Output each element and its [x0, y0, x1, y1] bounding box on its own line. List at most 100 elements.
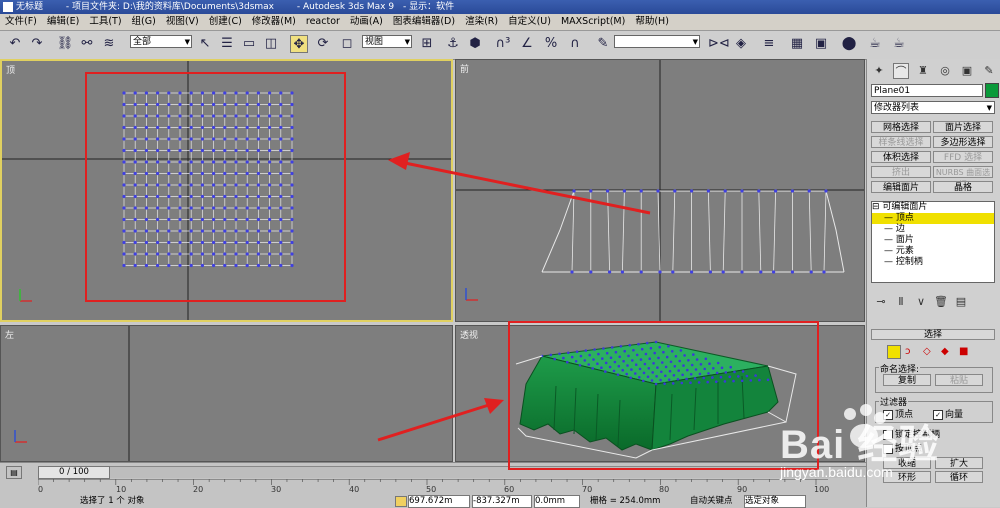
menu-create[interactable]: 创建(C)	[204, 14, 247, 30]
stack-item-handle[interactable]: — 控制柄	[872, 257, 994, 268]
angle-snap-icon[interactable]: ∠	[518, 35, 536, 53]
mirror-icon[interactable]: ⊳⊲	[708, 35, 730, 53]
vertex-mode-icon[interactable]	[887, 345, 901, 359]
edge-mode-icon[interactable]: ◇	[923, 346, 937, 360]
vertex-point	[234, 194, 238, 199]
reference-coordinate-dropdown[interactable]: 视图 ▼	[362, 35, 412, 48]
select-rotate-icon[interactable]: ⟳	[314, 35, 332, 53]
mesh-select-button[interactable]: 网格选择	[871, 121, 931, 133]
ffd-select-button[interactable]: FFD 选择	[933, 151, 993, 163]
time-slider-track[interactable]	[110, 466, 866, 478]
show-end-result-icon[interactable]: Ⅱ	[891, 295, 911, 308]
menu-group[interactable]: 组(G)	[127, 14, 161, 30]
selection-rollout-header[interactable]: 选择	[871, 329, 995, 340]
modifier-stack[interactable]: ⊟ 可编辑面片 — 顶点 — 边 — 面片 — 元素 — 控制柄	[871, 201, 995, 283]
mini-curve-editor-icon[interactable]: ▤	[6, 466, 22, 479]
bind-spacewarp-icon[interactable]: ≋	[100, 35, 118, 53]
stack-item-vertex[interactable]: — 顶点	[872, 213, 994, 224]
select-link-icon[interactable]: ⛓	[56, 35, 74, 53]
handle-mode-icon[interactable]: ↄ	[905, 346, 919, 360]
vol-select-button[interactable]: 体积选择	[871, 151, 931, 163]
utilities-tab-icon[interactable]: ✎	[981, 63, 997, 79]
element-mode-icon[interactable]: ■	[959, 346, 973, 360]
y-coordinate-field[interactable]: -837.327m	[472, 495, 532, 508]
patch-mode-icon[interactable]: ◆	[941, 346, 955, 360]
menu-file[interactable]: 文件(F)	[0, 14, 42, 30]
nurbs-surface-select-button[interactable]: NURBS 曲面选择	[933, 166, 993, 189]
modifier-list-dropdown[interactable]: 修改器列表 ▼	[871, 101, 995, 114]
rectangular-selection-icon[interactable]: ▭	[240, 35, 258, 53]
curve-editor-icon[interactable]: ▦	[788, 35, 806, 53]
menu-graph-editors[interactable]: 图表编辑器(D)	[388, 14, 460, 30]
x-coordinate-field[interactable]: 697.672m	[408, 495, 470, 508]
align-icon[interactable]: ◈	[732, 35, 750, 53]
viewport-top[interactable]: 顶	[0, 59, 453, 322]
make-unique-icon[interactable]: ∨	[911, 295, 931, 308]
select-object-icon[interactable]: ↖	[196, 35, 214, 53]
menu-modifiers[interactable]: 修改器(M)	[247, 14, 301, 30]
keyboard-shortcut-icon[interactable]: ⬢	[466, 35, 484, 53]
menu-reactor[interactable]: reactor	[301, 14, 345, 30]
auto-key-button[interactable]: 自动关键点	[690, 494, 733, 508]
menu-tools[interactable]: 工具(T)	[84, 14, 126, 30]
selection-filter-dropdown[interactable]: 全部 ▼	[130, 35, 192, 48]
render-scene-icon[interactable]: ☕	[866, 35, 884, 53]
collapse-icon[interactable]: ⊟	[872, 202, 880, 212]
viewport-left[interactable]: 左	[0, 325, 453, 462]
stack-item-element[interactable]: — 元素	[872, 246, 994, 257]
z-coordinate-field[interactable]: 0.0mm	[534, 495, 580, 508]
poly-select-button[interactable]: 多边形选择	[933, 136, 993, 148]
stack-item-patch[interactable]: — 面片	[872, 235, 994, 246]
named-selection-dropdown[interactable]: ▼	[614, 35, 700, 48]
redo-icon[interactable]: ↷	[28, 35, 46, 53]
select-by-name-icon[interactable]: ☰	[218, 35, 236, 53]
menu-rendering[interactable]: 渲染(R)	[460, 14, 503, 30]
menu-help[interactable]: 帮助(H)	[630, 14, 674, 30]
stack-root-item[interactable]: ⊟ 可编辑面片	[872, 202, 994, 213]
display-tab-icon[interactable]: ▣	[959, 63, 975, 79]
undo-icon[interactable]: ↶	[6, 35, 24, 53]
window-crossing-icon[interactable]: ◫	[262, 35, 280, 53]
lattice-button[interactable]: 晶格	[933, 181, 993, 193]
pin-stack-icon[interactable]: ⊸	[871, 295, 891, 308]
motion-tab-icon[interactable]: ◎	[937, 63, 953, 79]
vertex-point	[609, 356, 613, 359]
spinner-snap-icon[interactable]: ∩	[566, 35, 584, 53]
menu-edit[interactable]: 编辑(E)	[42, 14, 84, 30]
percent-snap-icon[interactable]: %	[542, 35, 560, 53]
hierarchy-tab-icon[interactable]: ♜	[915, 63, 931, 79]
spline-select-button[interactable]: 样条线选择	[871, 136, 931, 148]
edit-patch-button[interactable]: 编辑面片	[871, 181, 931, 193]
time-slider[interactable]: 0 / 100	[38, 466, 110, 479]
remove-modifier-icon[interactable]: 🗑	[931, 295, 951, 308]
schematic-view-icon[interactable]: ▣	[812, 35, 830, 53]
edit-named-selection-icon[interactable]: ✎	[594, 35, 612, 53]
object-color-swatch[interactable]	[985, 83, 999, 98]
select-move-icon[interactable]: ✥	[290, 35, 308, 53]
configure-modifier-sets-icon[interactable]: ▤	[951, 295, 971, 308]
copy-button[interactable]: 复制	[883, 374, 931, 386]
paste-button[interactable]: 粘贴	[935, 374, 983, 386]
menu-customize[interactable]: 自定义(U)	[503, 14, 556, 30]
create-tab-icon[interactable]: ✦	[871, 63, 887, 79]
layer-manager-icon[interactable]: ≡	[760, 35, 778, 53]
material-editor-icon[interactable]: ⬤	[840, 35, 858, 53]
patch-select-button[interactable]: 面片选择	[933, 121, 993, 133]
menu-maxscript[interactable]: MAXScript(M)	[556, 14, 630, 30]
track-bar[interactable]: 0 10 20 30 40 50 60 70 80 90 100	[38, 479, 829, 494]
snaps-toggle-icon[interactable]: ∩³	[494, 35, 512, 53]
selection-lock-icon[interactable]	[395, 496, 407, 507]
menu-views[interactable]: 视图(V)	[161, 14, 204, 30]
stack-item-edge[interactable]: — 边	[872, 224, 994, 235]
menu-animation[interactable]: 动画(A)	[345, 14, 388, 30]
viewport-front[interactable]: 前	[455, 59, 865, 322]
pivot-center-icon[interactable]: ⊞	[418, 35, 436, 53]
extrude-button[interactable]: 挤出	[871, 166, 931, 178]
vertex-point	[604, 361, 608, 365]
object-name-field[interactable]: Plane01	[871, 84, 983, 97]
quick-render-icon[interactable]: ☕	[890, 35, 908, 53]
select-manipulate-icon[interactable]: ⚓	[444, 35, 462, 53]
unlink-icon[interactable]: ⚯	[78, 35, 96, 53]
modify-tab-icon[interactable]: ⌒	[893, 63, 909, 79]
select-scale-icon[interactable]: ◻	[338, 35, 356, 53]
